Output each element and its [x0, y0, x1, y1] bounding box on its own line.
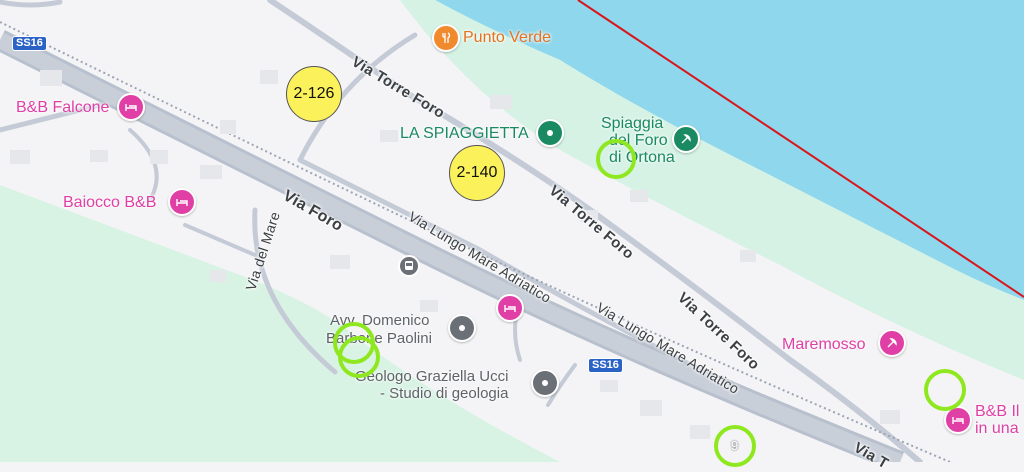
beach-icon[interactable] — [672, 125, 700, 153]
place-icon[interactable] — [536, 119, 564, 147]
road-shield-ss16: SS16 — [588, 358, 623, 373]
poi-label-bb-right-line1[interactable]: B&B Il — [975, 403, 1019, 421]
map-canvas[interactable] — [0, 0, 1024, 462]
poi-label-spiaggia-line1[interactable]: Spiaggia — [601, 115, 663, 133]
place-icon[interactable] — [448, 314, 476, 342]
restaurant-icon[interactable] — [432, 24, 460, 52]
cluster-marker[interactable]: 2-140 — [449, 145, 505, 201]
poi-label-baiocco[interactable]: Baiocco B&B — [63, 194, 156, 212]
poi-label-geologo-line2[interactable]: - Studio di geologia — [380, 385, 508, 403]
hotel-icon[interactable] — [496, 294, 524, 322]
highlight-ring[interactable] — [596, 139, 636, 179]
ring-number-label: 9 — [731, 438, 739, 453]
highlight-ring[interactable] — [338, 336, 380, 378]
hotel-icon[interactable] — [168, 188, 196, 216]
place-icon[interactable] — [531, 369, 559, 397]
highlight-ring[interactable] — [924, 369, 966, 411]
beach-icon[interactable] — [878, 329, 906, 357]
road-shield-ss16: SS16 — [12, 36, 47, 51]
poi-label-punto-verde[interactable]: Punto Verde — [463, 29, 551, 47]
poi-label-bb-falcone[interactable]: B&B Falcone — [16, 99, 109, 117]
bus-stop-icon[interactable] — [398, 255, 420, 277]
poi-label-maremosso[interactable]: Maremosso — [782, 336, 866, 354]
poi-label-bb-right-line2[interactable]: in una — [975, 420, 1019, 438]
poi-label-la-spiaggietta[interactable]: LA SPIAGGIETTA — [400, 125, 529, 143]
poi-label-geologo-line1[interactable]: Geologo Graziella Ucci — [355, 368, 508, 386]
cluster-marker[interactable]: 2-126 — [286, 66, 342, 122]
hotel-icon[interactable] — [117, 93, 145, 121]
